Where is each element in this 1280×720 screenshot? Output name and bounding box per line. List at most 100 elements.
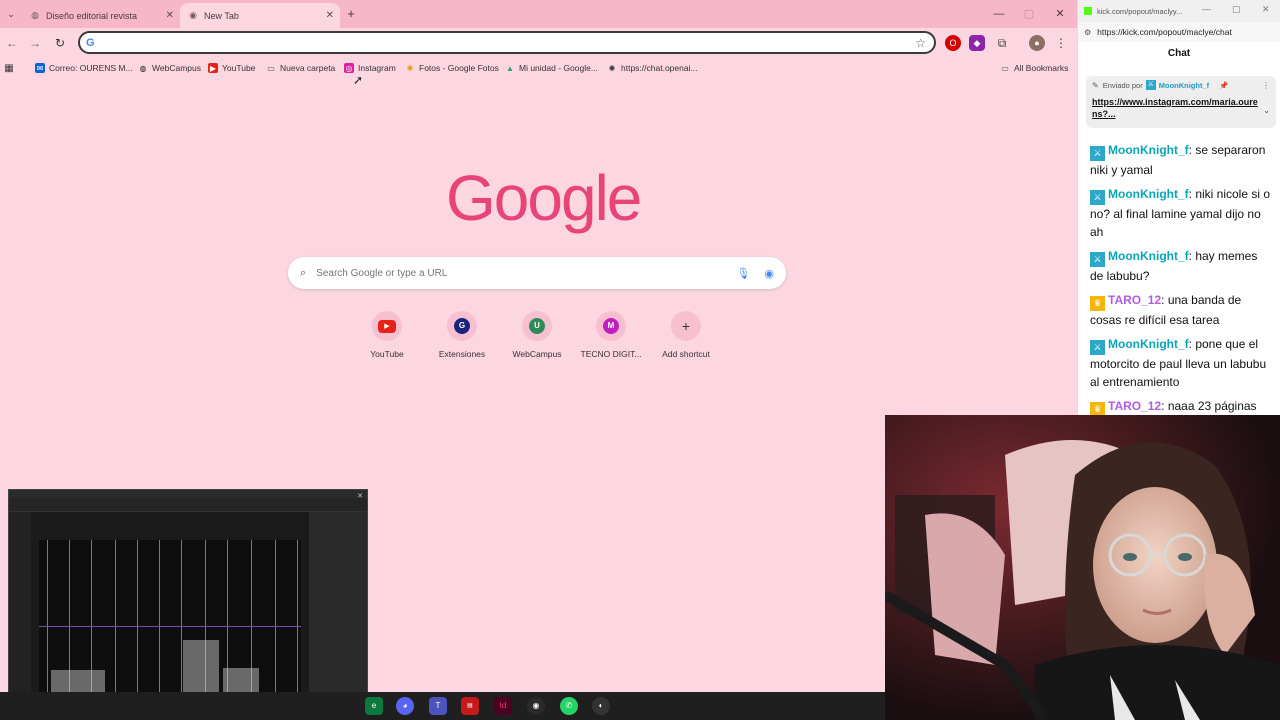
- bookmark-google-fotos[interactable]: ✱ Fotos - Google Fotos: [405, 61, 499, 75]
- back-arrow-icon[interactable]: ←: [4, 35, 20, 51]
- close-window-icon[interactable]: ✕: [1052, 6, 1068, 22]
- moderator-badge-icon: ⚔: [1145, 80, 1156, 90]
- address-input[interactable]: [100, 35, 916, 50]
- shortcut-youtube[interactable]: ▶ YouTube: [349, 311, 425, 369]
- openai-icon: ✺: [608, 63, 616, 73]
- tab-diseno-editorial[interactable]: ◍ Diseño editorial revista ✕: [22, 3, 180, 28]
- pinned-link[interactable]: https://www.instagram.com/maria.ourens?.…: [1092, 96, 1262, 120]
- teams-icon[interactable]: T: [429, 697, 447, 715]
- shortcut-tecno-digit[interactable]: M TECNO DIGIT...: [573, 311, 649, 369]
- close-preview-icon[interactable]: ✕: [357, 492, 363, 500]
- folder-icon: ▭: [267, 63, 275, 73]
- folder-icon: ▭: [1001, 63, 1009, 73]
- site-info-icon[interactable]: ⚙: [1084, 28, 1091, 37]
- chat-username[interactable]: TARO_12: [1108, 399, 1161, 413]
- more-menu-icon[interactable]: ⋮: [1053, 35, 1069, 51]
- address-bar[interactable]: G ☆: [78, 31, 936, 54]
- add-shortcut-button[interactable]: + Add shortcut: [648, 311, 724, 369]
- webcampus-icon: U: [529, 318, 545, 334]
- chat-popout-window: kick.com/popout/maclyy... — ▢ ✕ ⚙ https:…: [1077, 0, 1280, 417]
- pin-icon[interactable]: 📌: [1219, 81, 1228, 90]
- google-search-input[interactable]: [316, 267, 737, 279]
- shortcut-extensiones[interactable]: G Extensiones: [424, 311, 500, 369]
- opera-extension-icon[interactable]: O: [945, 35, 961, 51]
- close-tab-icon[interactable]: ✕: [166, 10, 174, 21]
- chevron-down-icon[interactable]: ⌄: [1263, 106, 1270, 115]
- pin-icon: ✎: [1092, 80, 1099, 90]
- new-tab-button[interactable]: +: [343, 6, 359, 22]
- shortcut-label: TECNO DIGIT...: [580, 349, 642, 359]
- more-options-icon[interactable]: ⋮: [1262, 81, 1270, 90]
- bookmark-google-drive[interactable]: ▲ Mi unidad - Google...: [505, 61, 598, 75]
- extension-icon[interactable]: ◆: [969, 35, 985, 51]
- outlook-icon: ✉: [35, 63, 45, 73]
- document-spread: [39, 540, 301, 715]
- indesign-icon[interactable]: Id: [494, 697, 512, 715]
- maximize-icon[interactable]: ▢: [1232, 4, 1241, 15]
- chat-message: ♛ TARO_12: naaa 23 páginas: [1090, 397, 1272, 417]
- shortcut-label: YouTube: [370, 349, 404, 359]
- globe-icon: ◍: [139, 63, 147, 73]
- whatsapp-icon[interactable]: ✆: [560, 697, 578, 715]
- chrome-icon[interactable]: ◉: [527, 697, 545, 715]
- bookmark-chatgpt[interactable]: ✺ https://chat.openai...: [607, 61, 698, 75]
- youtube-icon: ▶: [378, 319, 396, 333]
- moderator-badge-icon: ⚔: [1090, 146, 1105, 161]
- google-g-icon: G: [86, 36, 95, 49]
- chat-username[interactable]: MoonKnight_f: [1108, 249, 1189, 263]
- profile-avatar[interactable]: ●: [1029, 35, 1045, 51]
- minimize-icon[interactable]: —: [1202, 4, 1211, 14]
- bookmark-folder-nueva-carpeta[interactable]: ▭ Nueva carpeta: [266, 61, 335, 75]
- chat-title-bar: kick.com/popout/maclyy... — ▢ ✕: [1078, 0, 1280, 22]
- mouse-cursor-icon: ➚: [353, 73, 364, 87]
- puzzle-extensions-icon[interactable]: ⧉: [994, 35, 1010, 51]
- moderator-badge-icon: ⚔: [1090, 340, 1105, 355]
- apps-grid-icon[interactable]: ▦: [4, 61, 18, 75]
- kick-logo-icon: [1084, 7, 1092, 15]
- extensiones-icon: G: [454, 318, 470, 334]
- youtube-icon: ▶: [208, 63, 218, 73]
- chat-text: naaa 23 páginas: [1167, 399, 1257, 413]
- chat-username[interactable]: MoonKnight_f: [1108, 143, 1189, 157]
- bookmark-correo[interactable]: ✉ Correo: OURENS M...: [35, 61, 133, 75]
- google-drive-icon: ▲: [506, 63, 514, 73]
- chat-url-bar[interactable]: ⚙ https://kick.com/popout/maclye/chat: [1078, 22, 1280, 42]
- maximize-icon[interactable]: ▢: [1021, 6, 1037, 22]
- google-photos-icon: ✱: [406, 63, 414, 73]
- microphone-icon[interactable]: 🎙: [736, 267, 750, 280]
- news-app-icon[interactable]: ▤: [461, 697, 479, 715]
- browser-toolbar: ← → ↻ G ☆ O ◆ ⧉ ● ⋮: [0, 28, 1077, 58]
- google-logo: Google: [446, 162, 642, 234]
- moderator-badge-icon: ⚔: [1090, 190, 1105, 205]
- close-window-icon[interactable]: ✕: [1262, 4, 1270, 15]
- bookmark-star-icon[interactable]: ☆: [915, 36, 926, 50]
- reload-icon[interactable]: ↻: [52, 35, 68, 51]
- bookmark-instagram[interactable]: ◎ Instagram: [344, 61, 396, 75]
- tab-search-chevron-icon[interactable]: ⌄: [4, 6, 18, 22]
- chat-username[interactable]: MoonKnight_f: [1108, 187, 1189, 201]
- tools-panel: [9, 512, 31, 719]
- edge-icon[interactable]: e: [365, 697, 383, 715]
- tab-title: Diseño editorial revista: [46, 10, 138, 21]
- discord-icon[interactable]: ◕: [396, 697, 414, 715]
- instagram-icon: ◎: [344, 63, 354, 73]
- close-tab-icon[interactable]: ✕: [326, 10, 334, 21]
- minimize-icon[interactable]: —: [991, 6, 1007, 22]
- google-search-box[interactable]: ⌕ 🎙 ◉: [288, 257, 786, 289]
- google-lens-icon[interactable]: ◉: [764, 267, 774, 280]
- shortcut-label: Extensiones: [438, 349, 486, 359]
- indesign-window-preview[interactable]: ✕: [8, 489, 368, 720]
- tab-new-tab[interactable]: ◉ New Tab ✕: [180, 3, 340, 28]
- forward-arrow-icon[interactable]: →: [27, 35, 43, 51]
- bookmark-webcampus[interactable]: ◍ WebCampus: [138, 61, 201, 75]
- webcam-overlay: [885, 415, 1280, 720]
- obs-icon[interactable]: ◐: [592, 697, 610, 715]
- chat-username[interactable]: MoonKnight_f: [1108, 337, 1189, 351]
- chat-message: ⚔ MoonKnight_f: niki nicole si o no? al f…: [1090, 187, 1271, 239]
- bookmark-youtube[interactable]: ▶ YouTube: [208, 61, 255, 75]
- pinned-message[interactable]: ✎ Enviado por ⚔ MoonKnight_f 📌 ⋮ https:/…: [1086, 76, 1276, 128]
- all-bookmarks-folder[interactable]: ▭ All Bookmarks: [1000, 61, 1068, 75]
- chat-message: ♛ TARO_12: una banda de cosas re difícil …: [1090, 293, 1242, 327]
- shortcut-webcampus[interactable]: U WebCampus: [499, 311, 575, 369]
- chat-username[interactable]: TARO_12: [1108, 293, 1161, 307]
